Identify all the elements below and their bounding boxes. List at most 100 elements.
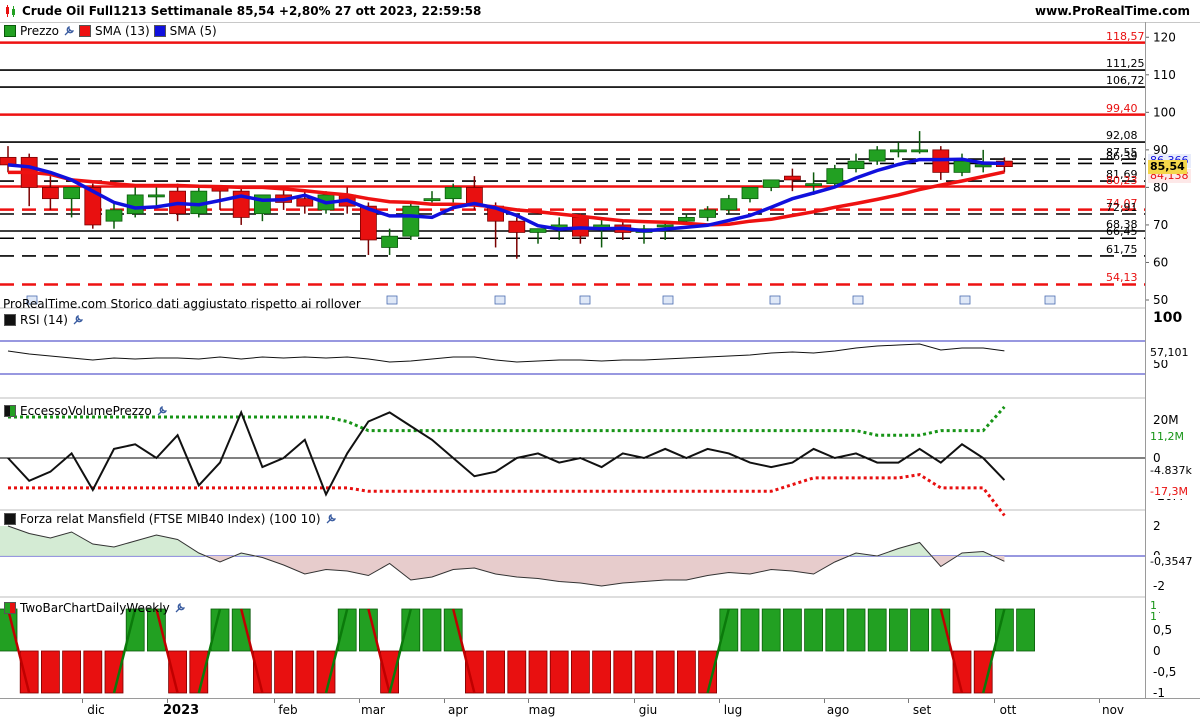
twobar-bar: [295, 650, 315, 694]
twobar-bar: [825, 608, 845, 652]
x-tick-mark: [528, 699, 529, 703]
candle-body: [678, 217, 695, 222]
rsi-line: [7, 343, 1005, 363]
x-tick-label: giu: [638, 703, 658, 717]
candle-body: [42, 186, 59, 200]
candle-body: [529, 228, 547, 233]
level-label: 66,45: [1106, 225, 1138, 239]
sma5-swatch-icon: [153, 25, 166, 37]
x-tick-label: nov: [1101, 703, 1125, 717]
twobar-bar: [677, 650, 696, 694]
twobar-bar: [549, 650, 569, 694]
twobar-bar: [846, 608, 866, 652]
candle-body: [381, 235, 399, 248]
wrench-icon[interactable]: [156, 405, 168, 417]
legend-sma5[interactable]: SMA (5): [170, 24, 217, 38]
twobar-bar: [634, 650, 654, 694]
candle-body: [720, 198, 738, 211]
level-label: 86,39: [1106, 150, 1138, 164]
twobar-bar: [761, 608, 781, 652]
x-tick-mark: [359, 699, 360, 703]
x-tick-label: mar: [361, 703, 385, 717]
twobar-y-tick: -1: [1153, 686, 1165, 698]
chart-title: Crude Oil Full1213 Settimanale 85,54 +2,…: [22, 4, 482, 18]
price-y-tick: 50: [1153, 293, 1168, 307]
x-tick-label: ott: [999, 703, 1017, 717]
site-link[interactable]: www.ProRealTime.com: [1035, 4, 1190, 18]
rsi-swatch-icon: [4, 314, 16, 326]
twobar-label[interactable]: TwoBarChartDailyWeekly: [20, 601, 170, 615]
rollover-marker-icon: [852, 295, 864, 305]
twobar-bar: [83, 650, 103, 694]
rollover-marker-icon: [494, 295, 506, 305]
evp-swatch-icon: [4, 405, 16, 417]
twobar-bar: [1016, 608, 1035, 652]
candle-body: [126, 194, 144, 215]
evp-y-tick: 0: [1153, 451, 1161, 465]
wrench-icon[interactable]: [63, 25, 75, 37]
legend-sma13[interactable]: SMA (13): [95, 24, 150, 38]
wrench-icon[interactable]: [174, 602, 186, 614]
candlestick-logo-icon: [6, 5, 15, 17]
twobar-bar: [889, 608, 908, 652]
rsi-label[interactable]: RSI (14): [20, 313, 68, 327]
chart-canvas: 12011010090807060501005020M0-20M20-210,5…: [0, 30, 1183, 698]
twobar-bar: [62, 650, 81, 694]
x-tick-mark: [908, 699, 909, 703]
level-label: 72,91: [1106, 201, 1138, 214]
x-tick-mark: [719, 699, 720, 703]
x-tick-mark: [1099, 699, 1100, 703]
mansfield-label[interactable]: Forza relat Mansfield (FTSE MIB40 Index)…: [20, 512, 321, 526]
candle-body: [868, 149, 886, 162]
rollover-marker-icon: [662, 295, 674, 305]
twobar-bar: [740, 608, 760, 652]
level-label: 80,23: [1106, 173, 1138, 187]
x-tick-label: ago: [826, 703, 850, 717]
mansfield-value-tag: -0,3547: [1148, 555, 1195, 569]
level-label: 92,08: [1106, 129, 1138, 143]
price-swatch-icon: [4, 25, 16, 37]
candle-body: [911, 149, 928, 153]
watermark: ProRealTime.com Storico dati aggiustato …: [3, 297, 361, 311]
price-y-tick: 100: [1153, 105, 1176, 119]
evp-label[interactable]: EccessoVolumePrezzo: [20, 404, 152, 418]
x-tick-label: dic: [87, 703, 105, 717]
rollover-marker-icon: [769, 295, 781, 305]
twobar-bar: [507, 650, 527, 694]
rollover-marker-icon: [386, 295, 398, 305]
candle-body: [63, 186, 80, 200]
rsi-value-tag: 57,101: [1148, 346, 1191, 360]
wrench-icon[interactable]: [72, 314, 84, 326]
twobar-bar: [910, 608, 929, 652]
x-tick-label: 2023: [163, 703, 200, 718]
twobar-bar: [571, 650, 590, 694]
candle-body: [699, 209, 716, 218]
candle-body: [423, 198, 441, 202]
candle-body: [847, 160, 865, 170]
header-bar: Crude Oil Full1213 Settimanale 85,54 +2,…: [0, 0, 1200, 23]
evp-value-line: [7, 409, 1006, 497]
evp-value-tag: -4.837k: [1148, 464, 1194, 478]
x-axis: dic 2023 feb mar apr mag giu lug ago set ott nov: [0, 698, 1200, 721]
candle-body: [296, 198, 314, 207]
price-legend: Prezzo SMA (13) SMA (5): [4, 24, 217, 38]
price-y-tick: 70: [1153, 218, 1168, 232]
mansfield-y-tick: -2: [1153, 579, 1165, 593]
twobar-bar: [422, 608, 442, 652]
evp-lower-tag: -17,3M: [1148, 485, 1190, 499]
x-tick-mark: [824, 699, 825, 703]
x-tick-mark: [634, 699, 635, 703]
x-tick-label: apr: [448, 703, 468, 717]
twobar-bar: [41, 650, 60, 694]
x-tick-mark: [274, 699, 275, 703]
twobar-swatch-icon: [4, 602, 16, 614]
twobar-bar: [804, 608, 823, 652]
level-label: 118,57: [1106, 29, 1145, 43]
legend-price[interactable]: Prezzo: [20, 24, 59, 38]
twobar-bar: [613, 650, 633, 694]
candle-body: [953, 160, 971, 173]
x-tick-label: mag: [528, 703, 556, 717]
wrench-icon[interactable]: [325, 513, 337, 525]
candle-body: [508, 220, 526, 233]
level-label: 99,40: [1106, 101, 1138, 115]
